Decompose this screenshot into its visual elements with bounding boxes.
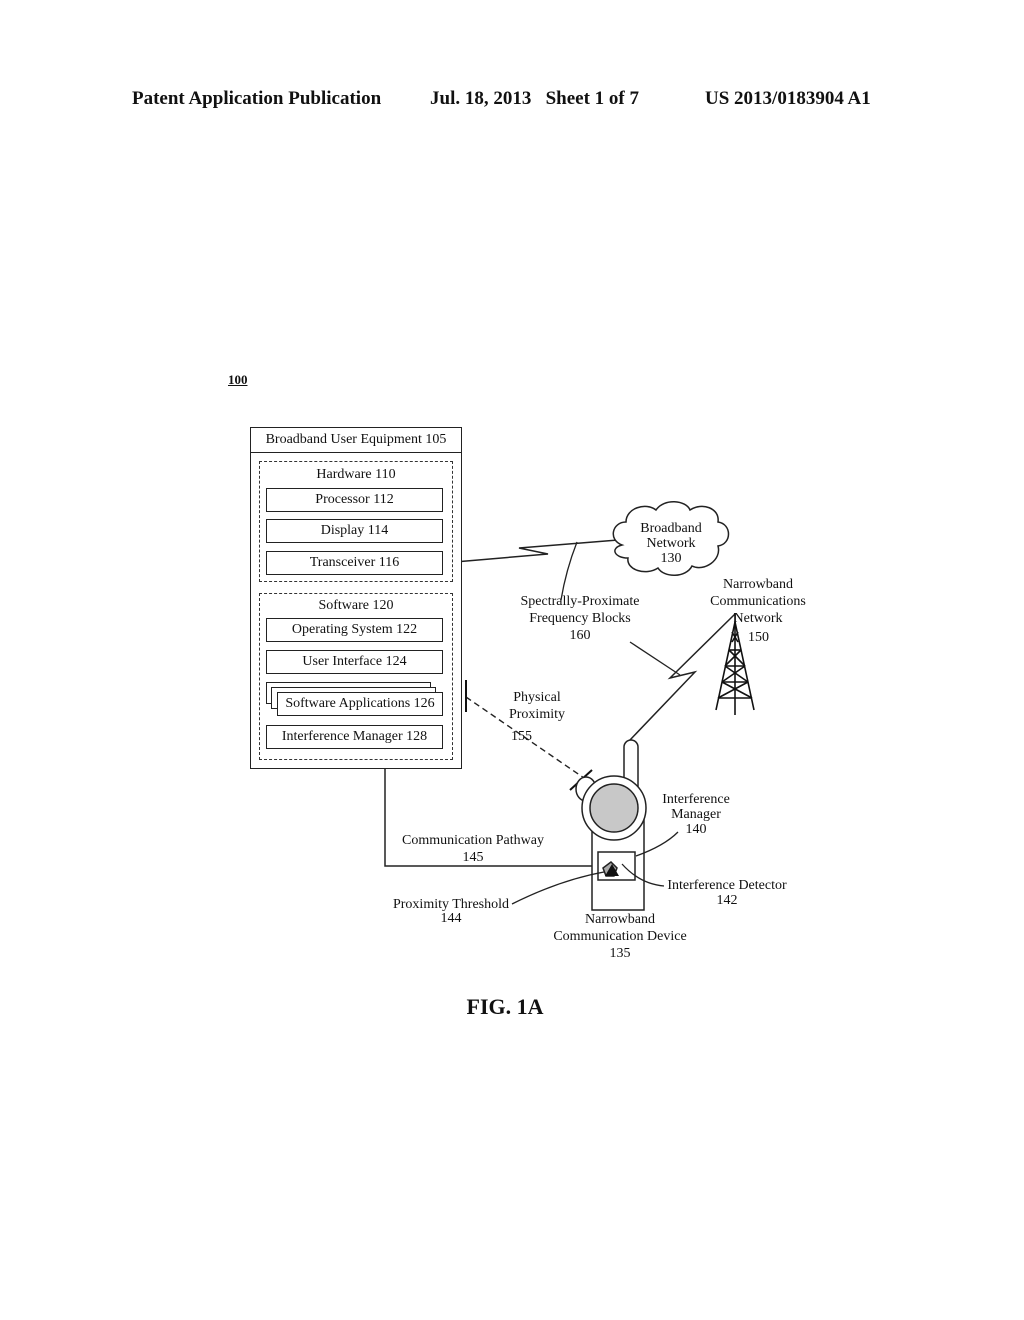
broadband-user-equipment-title: Broadband User Equipment 105 xyxy=(250,427,462,453)
software-applications-box: Software Applications 126 xyxy=(277,692,443,716)
proximity-threshold-label: Proximity Threshold 144 xyxy=(388,898,514,926)
broadband-network-line2: Network xyxy=(646,536,696,551)
narrowband-network-ref: 150 xyxy=(748,630,769,645)
physical-proximity-ref: 155 xyxy=(511,729,532,744)
physical-proximity-label: Physical Proximity xyxy=(496,689,578,723)
narrowband-device-line2: Communication Device xyxy=(553,929,687,944)
proximity-threshold-line1: Proximity Threshold xyxy=(392,897,510,912)
interference-detector-label: Interference Detector 142 xyxy=(660,878,794,908)
narrowband-network-label: Narrowband Communications Network xyxy=(698,576,818,627)
narrowband-network-line3: Network xyxy=(733,611,783,626)
narrowband-device-line1: Narrowband xyxy=(585,912,655,927)
proximity-threshold-leader xyxy=(511,871,605,905)
frequency-blocks-ref: 160 xyxy=(569,628,591,643)
communication-pathway-label: Communication Pathway 145 xyxy=(390,832,556,866)
device-interference-manager-line2: Manager xyxy=(671,807,721,822)
interference-detector-line1: Interference Detector xyxy=(667,878,787,893)
transceiver-box: Transceiver 116 xyxy=(266,551,443,575)
display-box: Display 114 xyxy=(266,519,443,543)
narrowband-network-line2: Communications xyxy=(710,594,806,609)
narrowband-device-icon xyxy=(575,739,647,911)
device-interference-manager-line1: Interference xyxy=(662,792,730,807)
frequency-blocks-line2: Frequency Blocks xyxy=(529,611,631,626)
freq-blocks-leader-line xyxy=(560,541,578,601)
interference-detector-ref: 142 xyxy=(716,893,738,908)
physical-proximity-line2: Proximity xyxy=(508,707,565,722)
narrowband-network-line1: Narrowband xyxy=(723,577,793,592)
processor-box: Processor 112 xyxy=(266,488,443,512)
broadband-network-line1: Broadband xyxy=(640,521,702,536)
broadband-link-line xyxy=(442,539,619,564)
physical-proximity-line1: Physical xyxy=(513,690,561,705)
figure-caption: FIG. 1A xyxy=(466,994,544,1019)
broadband-network-label: Broadband Network 130 xyxy=(630,521,712,566)
operating-system-box: Operating System 122 xyxy=(266,618,443,642)
proximity-threshold-ref: 144 xyxy=(440,911,462,926)
frequency-blocks-line1: Spectrally-Proximate xyxy=(520,594,640,609)
communication-pathway-ref: 145 xyxy=(462,850,484,865)
narrowband-device-label: Narrowband Communication Device 135 xyxy=(540,911,700,962)
user-interface-box: User Interface 124 xyxy=(266,650,443,674)
frequency-blocks-label: Spectrally-Proximate Frequency Blocks 16… xyxy=(500,593,660,644)
narrowband-device-ref: 135 xyxy=(609,946,631,961)
device-interference-manager-ref: 140 xyxy=(685,822,707,837)
device-interference-manager-label: Interference Manager 140 xyxy=(654,792,738,837)
interference-manager-128-box: Interference Manager 128 xyxy=(266,725,443,749)
freq-blocks-leader-line-2 xyxy=(629,641,681,676)
diagram-canvas xyxy=(382,501,755,911)
communication-pathway-line1: Communication Pathway xyxy=(402,833,544,848)
hardware-title: Hardware 110 xyxy=(316,467,396,482)
broadband-network-ref: 130 xyxy=(660,551,682,566)
software-title: Software 120 xyxy=(318,598,394,613)
